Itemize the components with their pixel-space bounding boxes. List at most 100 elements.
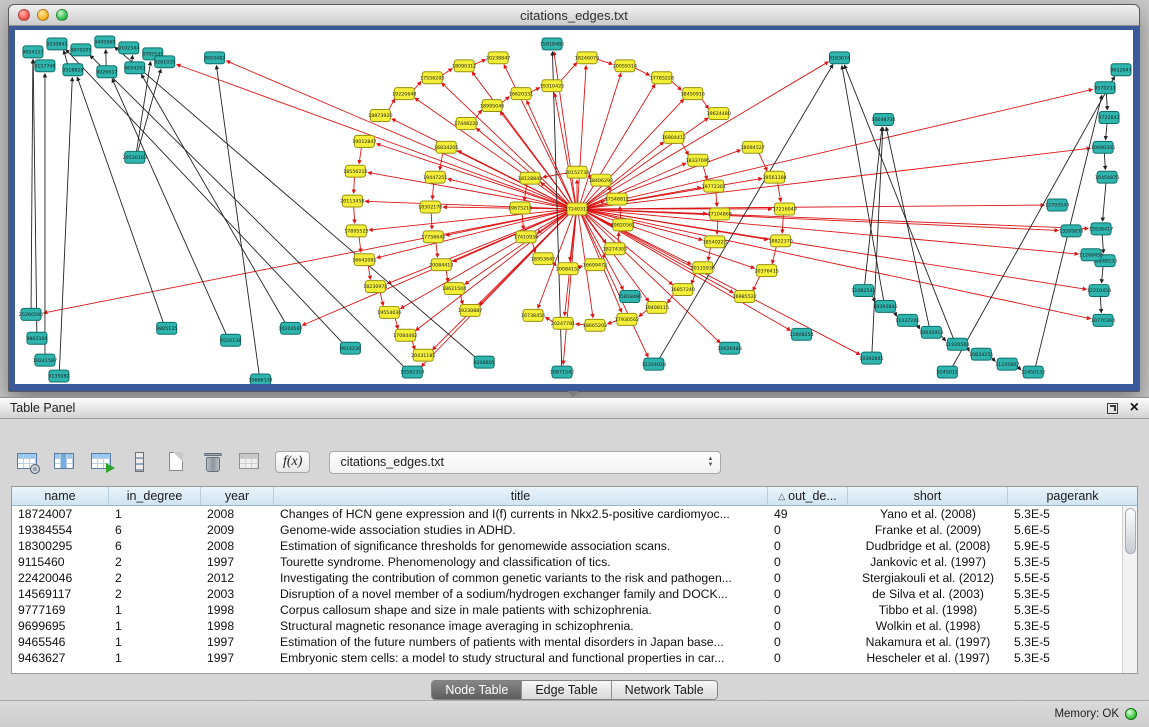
graph-node[interactable]: 20376415: [754, 265, 778, 277]
table-row[interactable]: 946362711997Embryonic stem cells: a mode…: [12, 650, 1122, 666]
graph-node[interactable]: 13595838: [1059, 225, 1083, 237]
graph-node[interactable]: 9722843: [1098, 112, 1119, 124]
graph-node[interactable]: 10834251: [969, 348, 993, 360]
graph-node[interactable]: 20530103: [123, 151, 147, 163]
column-header-in-degree[interactable]: in_degree: [109, 487, 201, 505]
graph-node[interactable]: 19447251: [423, 171, 447, 183]
graph-node[interactable]: 19675210: [508, 202, 532, 214]
graph-node[interactable]: 11245807: [995, 358, 1019, 370]
graph-node[interactable]: 10454876: [1095, 171, 1119, 183]
graph-node[interactable]: 19230887: [458, 304, 482, 316]
graph-node[interactable]: 17895523: [344, 225, 368, 237]
table-row[interactable]: 946554611997Estimation of the future num…: [12, 634, 1122, 650]
graph-node[interactable]: 9230841: [46, 38, 67, 50]
graph-node[interactable]: 19220648: [392, 88, 416, 100]
graph-node[interactable]: 19624480: [707, 108, 731, 120]
graph-node[interactable]: 10392845: [859, 352, 883, 364]
network-canvas[interactable]: 1724031219012847185562102011345817895523…: [15, 30, 1133, 384]
graph-node[interactable]: 9805135: [156, 322, 177, 334]
graph-node[interactable]: 11920568: [945, 338, 969, 350]
graph-node[interactable]: 18274305: [603, 243, 627, 255]
graph-node[interactable]: 16648734: [871, 114, 895, 126]
graph-node[interactable]: 11082547: [851, 285, 875, 297]
graph-node[interactable]: 8903482: [204, 52, 225, 64]
graph-node[interactable]: 20084413: [429, 259, 453, 271]
graph-node[interactable]: 20152734: [565, 166, 589, 178]
graph-node[interactable]: 10871542: [550, 366, 574, 378]
graph-node[interactable]: 18665203: [583, 319, 607, 331]
graph-node[interactable]: 18128843: [518, 172, 542, 184]
table-row[interactable]: 1872400712008Changes of HCN gene express…: [12, 506, 1122, 522]
graph-node[interactable]: 10026483: [718, 342, 742, 354]
graph-node[interactable]: 20059314: [613, 60, 637, 72]
graph-node[interactable]: 20115936: [691, 262, 715, 274]
graph-node[interactable]: 10582314: [400, 366, 424, 378]
graph-node[interactable]: 17084462: [393, 329, 417, 341]
graph-node[interactable]: 10204587: [278, 322, 302, 334]
graph-node[interactable]: 10391845: [873, 300, 897, 312]
column-header-title[interactable]: title: [274, 487, 768, 505]
function-builder-icon[interactable]: f(x): [275, 451, 310, 473]
graph-node[interactable]: 16699473: [583, 259, 607, 271]
scrollbar-thumb[interactable]: [1125, 508, 1136, 554]
table-row[interactable]: 2242004622012Investigating the contribut…: [12, 570, 1122, 586]
window-titlebar[interactable]: citations_edges.txt: [9, 5, 1139, 26]
graph-node[interactable]: 18090312: [452, 60, 476, 72]
graph-node[interactable]: 16857240: [671, 284, 695, 296]
graph-node[interactable]: 11608254: [789, 328, 813, 340]
graph-node[interactable]: 17240312: [565, 203, 589, 215]
graph-node[interactable]: 19772301: [702, 180, 726, 192]
column-chooser-icon[interactable]: [53, 450, 77, 474]
graph-node[interactable]: 11354028: [642, 358, 666, 370]
graph-node[interactable]: 18556210: [343, 165, 367, 177]
graph-node[interactable]: 18995046: [480, 100, 504, 112]
graph-node[interactable]: 18621504: [442, 283, 466, 295]
graph-node[interactable]: 18540223: [703, 236, 727, 248]
graph-node[interactable]: 16834205: [434, 141, 458, 153]
graph-node[interactable]: 17410936: [514, 231, 538, 243]
table-row[interactable]: 911546021997Tourette syndrome. Phenomeno…: [12, 554, 1122, 570]
graph-node[interactable]: 9261035: [154, 56, 175, 68]
graph-node[interactable]: 12210458: [1087, 285, 1111, 297]
graph-node[interactable]: 15938417: [1089, 223, 1113, 235]
graph-node[interactable]: 10241587: [33, 354, 57, 366]
graph-node[interactable]: 10666134: [248, 374, 272, 384]
graph-node[interactable]: 20247781: [551, 317, 575, 329]
graph-node[interactable]: 9026617: [96, 66, 117, 78]
graph-node[interactable]: 19561184: [762, 171, 786, 183]
graph-node[interactable]: 19408115: [645, 301, 669, 313]
graph-node[interactable]: 19820561: [611, 219, 635, 231]
import-table-icon[interactable]: [238, 450, 262, 474]
row-tools-icon[interactable]: [127, 450, 151, 474]
graph-node[interactable]: 18302176: [418, 201, 442, 213]
graph-node[interactable]: 18230974: [363, 281, 387, 293]
graph-node[interactable]: 9612047: [1110, 64, 1131, 76]
column-header-pagerank[interactable]: pagerank: [1008, 487, 1137, 505]
graph-node[interactable]: 10090345: [1091, 141, 1115, 153]
network-view[interactable]: 1724031219012847185562102011345817895523…: [15, 30, 1133, 384]
graph-node[interactable]: 16904412: [662, 131, 686, 143]
graph-node[interactable]: 16738456: [521, 309, 545, 321]
graph-node[interactable]: 19012847: [352, 135, 376, 147]
table-row[interactable]: 969969511998Structural magnetic resonanc…: [12, 618, 1122, 634]
table-row[interactable]: 977716911998Corpus callosum shape and si…: [12, 602, 1122, 618]
graph-node[interactable]: 20084152: [556, 263, 580, 275]
graph-node[interactable]: 9054127: [22, 46, 43, 58]
graph-node[interactable]: 18094527: [741, 141, 765, 153]
graph-node[interactable]: 17785228: [650, 72, 674, 84]
delete-table-icon[interactable]: [201, 450, 225, 474]
graph-node[interactable]: 17556203: [420, 72, 444, 84]
graph-node[interactable]: 17548812: [605, 193, 629, 205]
graph-node[interactable]: 9863104: [26, 332, 47, 344]
export-table-icon[interactable]: [90, 450, 114, 474]
table-row[interactable]: 1938455462009Genome-wide association stu…: [12, 522, 1122, 538]
table-settings-icon[interactable]: [16, 450, 40, 474]
column-header-short[interactable]: short: [848, 487, 1008, 505]
graph-node[interactable]: 10645913: [919, 326, 943, 338]
graph-node[interactable]: 17216049: [772, 203, 796, 215]
table-scrollbar[interactable]: [1122, 506, 1137, 673]
tab-network-table[interactable]: Network Table: [612, 681, 717, 699]
column-header-name[interactable]: name: [12, 487, 109, 505]
graph-node[interactable]: 18246079: [575, 52, 599, 64]
graph-node[interactable]: 17756640: [421, 231, 445, 243]
